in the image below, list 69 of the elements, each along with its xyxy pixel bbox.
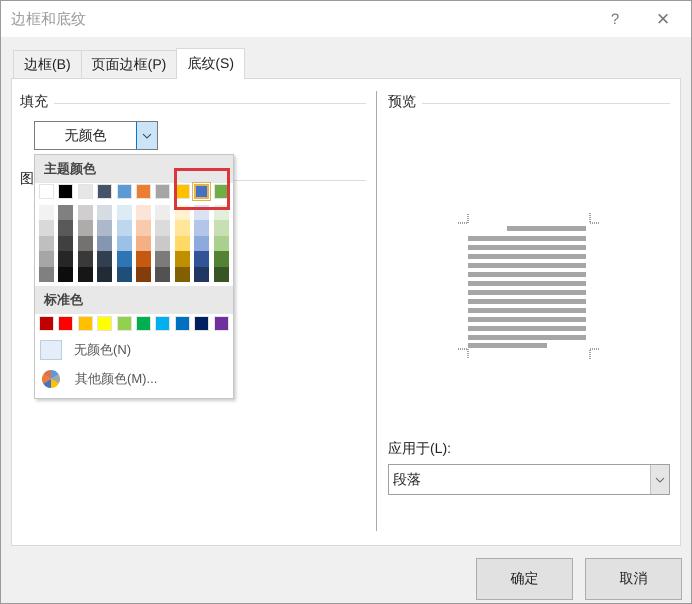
- color-swatch[interactable]: [214, 220, 229, 236]
- color-swatch[interactable]: [58, 205, 74, 220]
- fill-dropdown[interactable]: 无颜色: [34, 121, 158, 150]
- chevron-icon: [142, 132, 152, 138]
- color-swatch[interactable]: [194, 220, 210, 236]
- tab[interactable]: 底纹(S): [176, 48, 246, 79]
- color-swatch[interactable]: [116, 205, 132, 220]
- color-swatch[interactable]: [194, 184, 210, 199]
- color-swatch[interactable]: [39, 205, 54, 220]
- tab[interactable]: 边框(B): [13, 50, 82, 78]
- color-swatch[interactable]: [136, 205, 151, 220]
- color-swatch[interactable]: [214, 251, 229, 267]
- color-swatch[interactable]: [136, 220, 151, 236]
- color-swatch[interactable]: [155, 205, 170, 220]
- color-swatch[interactable]: [194, 266, 210, 282]
- apply-to-dropdown[interactable]: 段落: [388, 464, 670, 495]
- color-swatch[interactable]: [97, 266, 112, 282]
- close-button[interactable]: ×: [639, 1, 687, 37]
- color-swatch[interactable]: [116, 236, 132, 252]
- menu-item[interactable]: 无颜色(N): [35, 336, 233, 363]
- color-swatch[interactable]: [116, 266, 132, 282]
- color-swatch[interactable]: [58, 236, 74, 252]
- color-swatch[interactable]: [155, 251, 170, 267]
- color-swatch[interactable]: [97, 251, 112, 267]
- color-swatch[interactable]: [194, 251, 210, 267]
- color-swatch[interactable]: [214, 236, 229, 252]
- color-swatch[interactable]: [58, 251, 74, 267]
- menu-heading: 主题颜色: [35, 155, 233, 183]
- color-swatch[interactable]: [136, 236, 151, 252]
- color-swatch[interactable]: [78, 266, 93, 282]
- color-swatch[interactable]: [97, 236, 112, 252]
- empty-swatch-icon: [40, 340, 62, 360]
- dialog-button[interactable]: 取消: [585, 558, 682, 600]
- color-swatch[interactable]: [155, 266, 170, 282]
- color-wheel-icon: [42, 370, 60, 388]
- color-swatch[interactable]: [39, 251, 54, 267]
- color-swatch[interactable]: [39, 220, 54, 236]
- dialog-button[interactable]: 确定: [476, 558, 573, 600]
- color-swatch[interactable]: [174, 266, 190, 282]
- section-heading: 预览: [388, 93, 416, 111]
- help-button[interactable]: ?: [591, 1, 639, 37]
- menu-item[interactable]: 其他颜色(M)...: [35, 366, 233, 392]
- color-swatch[interactable]: [116, 251, 132, 267]
- color-swatch[interactable]: [39, 236, 54, 252]
- field-label: 应用于(L):: [388, 440, 452, 458]
- color-swatch[interactable]: [136, 251, 151, 267]
- section-heading: 图: [20, 170, 34, 188]
- window-title: 边框和底纹: [11, 10, 86, 28]
- menu-heading: 标准色: [35, 286, 233, 314]
- color-swatch[interactable]: [97, 220, 112, 236]
- color-swatch[interactable]: [78, 236, 93, 252]
- color-swatch[interactable]: [78, 205, 93, 220]
- color-swatch[interactable]: [39, 266, 54, 282]
- color-swatch[interactable]: [174, 236, 190, 252]
- color-swatch[interactable]: [155, 220, 170, 236]
- color-swatch[interactable]: [58, 220, 74, 236]
- color-swatch[interactable]: [136, 266, 151, 282]
- color-swatch[interactable]: [116, 220, 132, 236]
- section-heading: 填充: [20, 93, 48, 111]
- color-swatch[interactable]: [97, 205, 112, 220]
- color-swatch[interactable]: [174, 220, 190, 236]
- color-swatch[interactable]: [214, 266, 229, 282]
- color-swatch[interactable]: [174, 251, 190, 267]
- color-swatch[interactable]: [194, 236, 210, 252]
- color-swatch[interactable]: [155, 236, 170, 252]
- chevron-icon: [655, 476, 665, 482]
- color-swatch[interactable]: [78, 220, 93, 236]
- color-swatch[interactable]: [78, 251, 93, 267]
- color-swatch[interactable]: [58, 266, 74, 282]
